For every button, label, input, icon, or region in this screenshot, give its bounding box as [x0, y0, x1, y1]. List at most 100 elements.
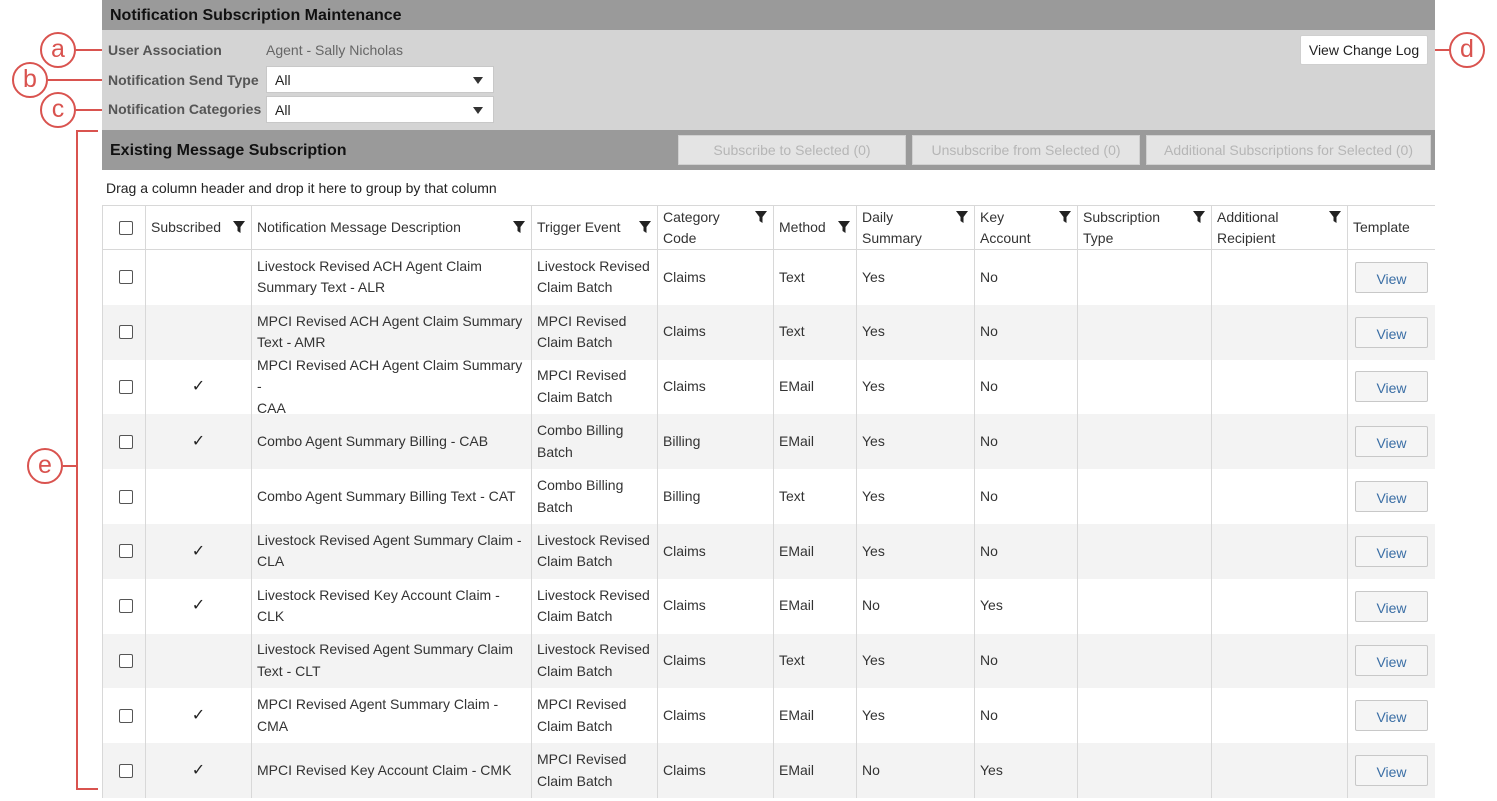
- filter-icon[interactable]: [837, 220, 851, 234]
- view-template-button[interactable]: View: [1355, 535, 1428, 567]
- filter-icon[interactable]: [1328, 210, 1342, 224]
- row-checkbox[interactable]: [119, 325, 133, 340]
- subscribed-check-icon: ✓: [191, 378, 206, 396]
- trigger-cell: MPCI Revised Claim Batch: [532, 304, 658, 360]
- subscription-type-cell: [1078, 523, 1212, 579]
- view-template-button[interactable]: View: [1355, 481, 1428, 513]
- row-checkbox[interactable]: [119, 653, 133, 668]
- subscribed-check-icon: ✓: [191, 761, 206, 779]
- subscribed-cell: [146, 469, 252, 524]
- table-row[interactable]: ✓ Combo Agent Summary Billing - CAB Comb…: [103, 414, 1435, 470]
- description-line1: Livestock Revised ACH Agent Claim: [257, 257, 482, 274]
- row-checkbox[interactable]: [119, 599, 133, 614]
- trigger-line1: MPCI Revised: [537, 751, 627, 768]
- table-row[interactable]: Combo Agent Summary Billing Text - CAT C…: [103, 469, 1435, 524]
- key-account-value: Yes: [980, 761, 1003, 778]
- table-row[interactable]: ✓ Livestock Revised Key Account Claim - …: [103, 578, 1435, 634]
- header-description[interactable]: Notification Message Description: [252, 206, 532, 249]
- row-checkbox[interactable]: [119, 544, 133, 559]
- header-key-account[interactable]: Key Account: [975, 206, 1078, 249]
- row-checkbox[interactable]: [119, 434, 133, 449]
- category-value: Claims: [663, 542, 706, 559]
- view-template-button[interactable]: View: [1355, 755, 1428, 787]
- view-template-button[interactable]: View: [1355, 590, 1428, 622]
- trigger-line2: Batch: [537, 443, 573, 460]
- trigger-line2: Claim Batch: [537, 662, 613, 679]
- unsubscribe-selected-button[interactable]: Unsubscribe from Selected (0): [912, 135, 1140, 165]
- row-checkbox[interactable]: [119, 708, 133, 723]
- table-row[interactable]: ✓ MPCI Revised ACH Agent Claim Summary -…: [103, 357, 1435, 416]
- filter-icon[interactable]: [754, 210, 768, 224]
- table-row[interactable]: Livestock Revised Agent Summary Claim Tex…: [103, 633, 1436, 689]
- row-checkbox[interactable]: [119, 489, 133, 504]
- trigger-line2: Batch: [537, 498, 573, 515]
- daily-summary-value: No: [862, 597, 880, 614]
- select-all-checkbox[interactable]: [119, 220, 133, 235]
- header-category-code[interactable]: Category Code: [658, 206, 774, 249]
- header-trigger-event[interactable]: Trigger Event: [532, 206, 658, 249]
- group-by-drop-zone[interactable]: Drag a column header and drop it here to…: [102, 170, 1435, 205]
- method-cell: Text: [774, 469, 857, 524]
- filter-icon[interactable]: [512, 220, 526, 234]
- filter-icon[interactable]: [638, 220, 652, 234]
- method-value: EMail: [779, 707, 815, 724]
- key-account-cell: No: [975, 633, 1078, 689]
- daily-summary-value: Yes: [862, 542, 885, 559]
- filter-icon[interactable]: [1058, 210, 1072, 224]
- view-template-button[interactable]: View: [1355, 645, 1428, 677]
- category-cell: Billing: [658, 469, 774, 524]
- daily-summary-value: Yes: [862, 323, 885, 340]
- callout-b-line: [48, 79, 104, 81]
- callout-b: b: [12, 62, 48, 98]
- description-cell: Livestock Revised Agent Summary Claim - C…: [252, 523, 532, 579]
- header-subscribed[interactable]: Subscribed: [146, 206, 252, 249]
- additional-recipient-cell: [1212, 578, 1348, 634]
- callout-e-bracket-bottom: [76, 788, 98, 790]
- template-cell: View: [1348, 524, 1436, 579]
- table-row[interactable]: ✓ Livestock Revised Agent Summary Claim …: [103, 523, 1436, 579]
- view-template-button[interactable]: View: [1355, 426, 1428, 458]
- description-cell: MPCI Revised Agent Summary Claim - CMA: [252, 688, 532, 744]
- table-row[interactable]: ✓ MPCI Revised Key Account Claim - CMK M…: [103, 743, 1435, 798]
- subscribed-check-icon: ✓: [191, 542, 206, 560]
- header-daily-summary[interactable]: Daily Summary: [857, 206, 975, 249]
- view-template-button[interactable]: View: [1355, 371, 1428, 403]
- subscription-type-cell: [1078, 743, 1212, 798]
- callout-e-bracket-top: [76, 130, 98, 132]
- view-change-log-button[interactable]: View Change Log: [1300, 35, 1428, 65]
- trigger-line1: MPCI Revised: [537, 312, 627, 329]
- subscribed-cell: ✓: [146, 743, 252, 798]
- description-cell: Combo Agent Summary Billing Text - CAT: [252, 469, 532, 524]
- table-row[interactable]: MPCI Revised ACH Agent Claim Summary Text…: [103, 304, 1435, 360]
- filter-icon[interactable]: [955, 210, 969, 224]
- filter-icon[interactable]: [232, 220, 246, 234]
- method-value: EMail: [779, 761, 815, 778]
- row-checkbox[interactable]: [119, 379, 133, 394]
- additional-subscriptions-button[interactable]: Additional Subscriptions for Selected (0…: [1146, 135, 1431, 165]
- category-cell: Claims: [658, 359, 774, 415]
- filter-icon[interactable]: [1192, 210, 1206, 224]
- key-account-value: No: [980, 542, 998, 559]
- table-row[interactable]: Livestock Revised ACH Agent Claim Summary…: [103, 250, 1435, 305]
- send-type-value: All: [275, 72, 291, 88]
- view-template-button[interactable]: View: [1355, 261, 1428, 293]
- categories-select[interactable]: All: [266, 96, 494, 123]
- method-value: Text: [779, 323, 805, 340]
- row-select-cell: [103, 304, 146, 360]
- send-type-select[interactable]: All: [266, 66, 494, 93]
- view-template-button[interactable]: View: [1355, 316, 1428, 348]
- row-checkbox[interactable]: [119, 270, 133, 285]
- description-cell: Livestock Revised ACH Agent Claim Summary…: [252, 250, 532, 305]
- table-row[interactable]: ✓ MPCI Revised Agent Summary Claim - CMA …: [103, 688, 1435, 744]
- description-line2: CMA: [257, 717, 289, 734]
- row-checkbox[interactable]: [119, 763, 133, 778]
- description-line1: Combo Agent Summary Billing Text - CAT: [257, 487, 516, 504]
- header-additional-recipient[interactable]: Additional Recipient: [1212, 206, 1348, 249]
- view-template-button[interactable]: View: [1355, 700, 1428, 732]
- template-cell: View: [1348, 634, 1436, 689]
- subscribe-selected-button[interactable]: Subscribe to Selected (0): [678, 135, 906, 165]
- description-line1: MPCI Revised Agent Summary Claim -: [257, 696, 499, 713]
- key-account-value: No: [980, 268, 998, 285]
- header-subscription-type[interactable]: Subscription Type: [1078, 206, 1212, 249]
- header-method[interactable]: Method: [774, 206, 857, 249]
